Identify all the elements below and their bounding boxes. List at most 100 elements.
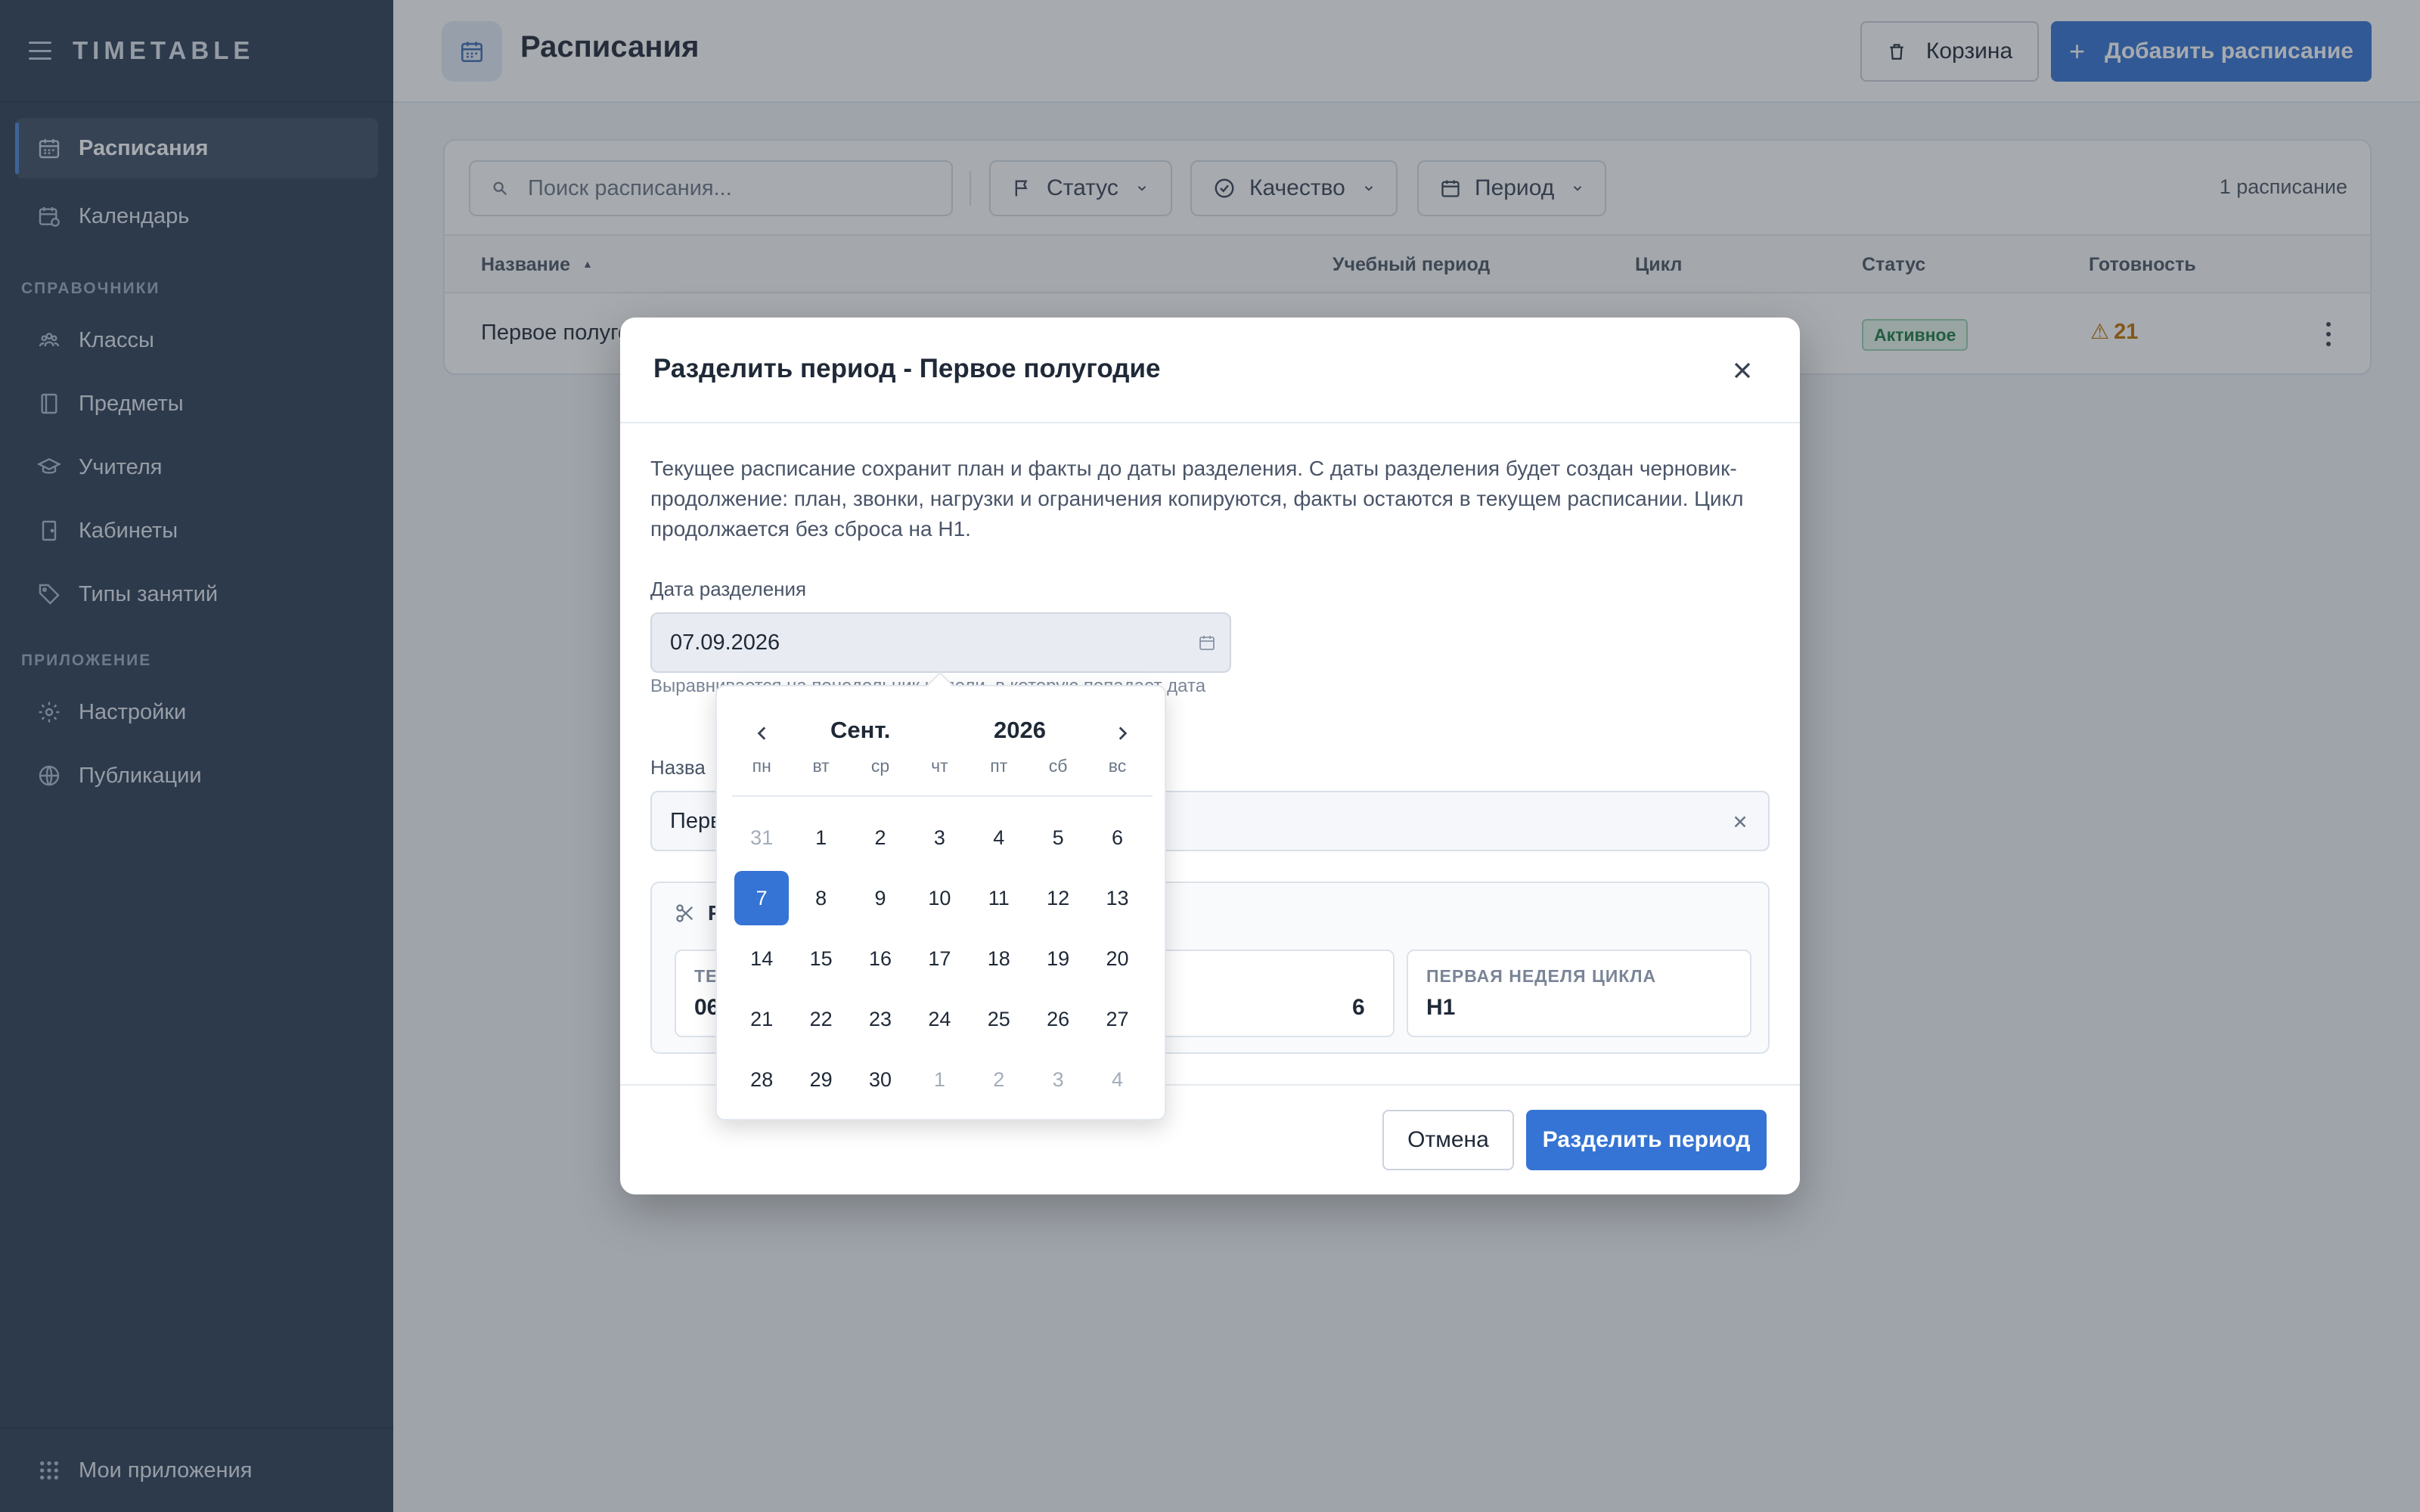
name-label: Назва — [650, 756, 706, 779]
calendar-day[interactable]: 20 — [1087, 928, 1146, 989]
calendar-day-label: 5 — [1052, 826, 1064, 849]
weekday: вс — [1108, 756, 1127, 776]
calendar-day-label: 13 — [1106, 886, 1129, 909]
year-label[interactable]: 2026 — [994, 717, 1046, 744]
calendar-day-label: 30 — [868, 1067, 892, 1091]
calendar-day-label: 27 — [1106, 1007, 1129, 1030]
calendar-day-label: 23 — [868, 1007, 892, 1030]
calendar-day-label: 4 — [993, 826, 1005, 849]
calendar-day-label: 2 — [874, 826, 886, 849]
day-grid: 31 1 2 3 4 5 6 7 8 9 10 11 12 13 14 15 16 17 18 19 20 21 22 23 2… — [732, 807, 1153, 1110]
stat-label: ТЕ — [694, 966, 718, 986]
calendar-day-label: 1 — [933, 1067, 945, 1091]
calendar-day[interactable]: 5 — [1028, 807, 1087, 868]
calendar-day[interactable]: 24 — [910, 989, 969, 1049]
calendar-day-label: 15 — [809, 947, 833, 970]
calendar-day-label: 17 — [928, 947, 951, 970]
calendar-day-label: 11 — [988, 886, 1010, 909]
calendar-day[interactable]: 17 — [910, 928, 969, 989]
date-label: Дата разделения — [650, 578, 807, 600]
calendar-day[interactable]: 13 — [1087, 868, 1146, 928]
calendar-day[interactable]: 29 — [791, 1049, 850, 1110]
calendar-day[interactable]: 14 — [732, 928, 791, 989]
weekday-header: пн вт ср чт пт сб вс — [732, 756, 1153, 776]
calendar-day[interactable]: 21 — [732, 989, 791, 1049]
dialog-description: Текущее расписание сохранит план и факты… — [650, 457, 1744, 541]
calendar-day[interactable]: 4 — [1087, 1049, 1146, 1110]
calendar-day-label: 19 — [1047, 947, 1070, 970]
calendar-day[interactable]: 28 — [732, 1049, 791, 1110]
calendar-day-label: 21 — [750, 1007, 774, 1030]
calendar-day-label: 20 — [1106, 947, 1129, 970]
first-cycle-week-stat: ПЕРВАЯ НЕДЕЛЯ ЦИКЛА Н1 — [1407, 950, 1751, 1037]
calendar-day[interactable]: 1 — [791, 807, 850, 868]
weekday: чт — [931, 756, 948, 776]
month-label[interactable]: Сент. — [830, 717, 890, 744]
calendar-day[interactable]: 8 — [791, 868, 850, 928]
calendar-day[interactable]: 18 — [970, 928, 1028, 989]
calendar-day[interactable]: 23 — [851, 989, 910, 1049]
calendar-day[interactable]: 4 — [970, 807, 1028, 868]
calendar-day[interactable]: 25 — [970, 989, 1028, 1049]
dialog-title: Разделить период - Первое полугодие — [653, 354, 1161, 383]
calendar-icon[interactable] — [1198, 634, 1216, 652]
calendar-day[interactable]: 9 — [851, 868, 910, 928]
calendar-day[interactable]: 3 — [1028, 1049, 1087, 1110]
calendar-day-label: 31 — [750, 826, 774, 849]
stat-value: Н1 — [1426, 995, 1456, 1020]
split-period-button[interactable]: Разделить период — [1526, 1110, 1767, 1170]
calendar-day-label: 6 — [1112, 826, 1124, 849]
weekday: пн — [752, 756, 771, 776]
clear-icon[interactable] — [1730, 812, 1750, 832]
calendar-day[interactable]: 2 — [851, 807, 910, 868]
calendar-day-label: 22 — [809, 1007, 833, 1030]
calendar-day[interactable]: 22 — [791, 989, 850, 1049]
calendar-day-label: 4 — [1112, 1067, 1124, 1091]
prev-month-icon[interactable] — [747, 718, 777, 748]
calendar-day[interactable]: 6 — [1087, 807, 1146, 868]
dialog-header: Разделить период - Первое полугодие — [620, 318, 1800, 423]
calendar-day-label: 16 — [868, 947, 892, 970]
new-name-value: Перв — [670, 808, 722, 833]
calendar-day[interactable]: 26 — [1028, 989, 1087, 1049]
divider — [732, 795, 1153, 797]
calendar-day[interactable]: 3 — [910, 807, 969, 868]
scissors-icon — [676, 904, 693, 922]
calendar-day[interactable]: 31 — [732, 807, 791, 868]
next-month-icon[interactable] — [1107, 718, 1137, 748]
weekday: вт — [812, 756, 830, 776]
calendar-day[interactable]: 7 — [732, 868, 791, 928]
calendar-day-label: 25 — [987, 1007, 1010, 1030]
calendar-day-label: 12 — [1047, 886, 1070, 909]
calendar-day[interactable]: 15 — [791, 928, 850, 989]
close-icon[interactable] — [1729, 357, 1756, 384]
calendar-day-label: 9 — [874, 886, 886, 909]
calendar-day[interactable]: 11 — [970, 868, 1028, 928]
calendar-day[interactable]: 30 — [851, 1049, 910, 1110]
calendar-day[interactable]: 1 — [910, 1049, 969, 1110]
calendar-day[interactable]: 10 — [910, 868, 969, 928]
calendar-day-label: 26 — [1047, 1007, 1070, 1030]
calendar-day[interactable]: 19 — [1028, 928, 1087, 989]
calendar-day-label: 2 — [993, 1067, 1005, 1091]
stat-value-tail: 6 — [1352, 995, 1365, 1020]
calendar-day[interactable]: 27 — [1087, 989, 1146, 1049]
calendar-day-label: 3 — [933, 826, 945, 849]
cancel-button[interactable]: Отмена — [1382, 1110, 1514, 1170]
split-date-input[interactable]: 07.09.2026 — [650, 612, 1231, 673]
calendar-day-label: 10 — [928, 886, 951, 909]
weekday: пт — [990, 756, 1008, 776]
calendar-day-label: 7 — [734, 871, 790, 925]
date-picker: Сент. 2026 пн вт ср чт пт сб вс 31 1 2 3 4 5 6… — [715, 671, 1166, 1120]
calendar-day[interactable]: 2 — [970, 1049, 1028, 1110]
calendar-day[interactable]: 16 — [851, 928, 910, 989]
calendar-day-label: 14 — [750, 947, 774, 970]
calendar-day-label: 18 — [987, 947, 1010, 970]
calendar-day[interactable]: 12 — [1028, 868, 1087, 928]
calendar-day-label: 28 — [750, 1067, 774, 1091]
calendar-day-label: 8 — [815, 886, 827, 909]
calendar-day-label: 24 — [928, 1007, 951, 1030]
stat-label: ПЕРВАЯ НЕДЕЛЯ ЦИКЛА — [1426, 966, 1657, 986]
weekday: сб — [1048, 756, 1068, 776]
weekday: ср — [870, 756, 890, 776]
